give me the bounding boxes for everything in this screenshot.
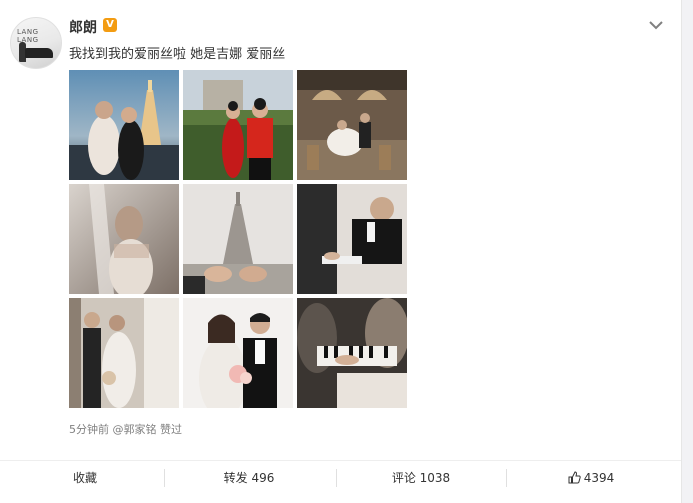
photo-eiffel-night[interactable] [69, 70, 179, 180]
repost-button[interactable]: 转发 496 [164, 461, 334, 495]
repost-label: 转发 496 [223, 471, 275, 485]
comment-button[interactable]: 评论 1038 [336, 461, 506, 495]
post-text: 我找到我的爱丽丝啦 她是吉娜 爱丽丝 [69, 47, 286, 62]
thumbs-up-icon [568, 471, 581, 484]
action-bar: 收藏 转发 496 评论 1038 4394 [0, 460, 681, 495]
favorite-label: 收藏 [72, 471, 97, 485]
chevron-down-icon[interactable] [648, 19, 664, 31]
photo-eiffel-hands[interactable] [183, 184, 293, 294]
avatar[interactable]: LANG LANG [10, 17, 62, 69]
post-time[interactable]: 5分钟前 [69, 423, 109, 436]
photo-cafe[interactable] [297, 70, 407, 180]
post-meta: 5分钟前 @郭家铭 赞过 [69, 421, 182, 437]
like-count: 4394 [583, 471, 615, 485]
weibo-post-card: LANG LANG 郎朗 V 我找到我的爱丽丝啦 她是吉娜 爱丽丝 5分钟前 @… [0, 0, 682, 503]
liked-label: 赞过 [160, 423, 182, 436]
avatar-piano-figure [25, 48, 53, 58]
favorite-button[interactable]: 收藏 [0, 461, 170, 495]
photo-bride-window[interactable] [69, 298, 179, 408]
comment-label: 评论 1038 [391, 471, 451, 485]
photo-piano-keys[interactable] [297, 298, 407, 408]
photo-piano-groom[interactable] [297, 184, 407, 294]
photo-arc-qipao[interactable] [183, 70, 293, 180]
verified-badge-icon: V [103, 18, 117, 32]
like-button[interactable]: 4394 [506, 461, 676, 495]
username[interactable]: 郎朗 [69, 17, 97, 37]
liked-by-user[interactable]: @郭家铭 [113, 423, 157, 436]
photo-couple-portrait[interactable] [183, 298, 293, 408]
photo-veil[interactable] [69, 184, 179, 294]
